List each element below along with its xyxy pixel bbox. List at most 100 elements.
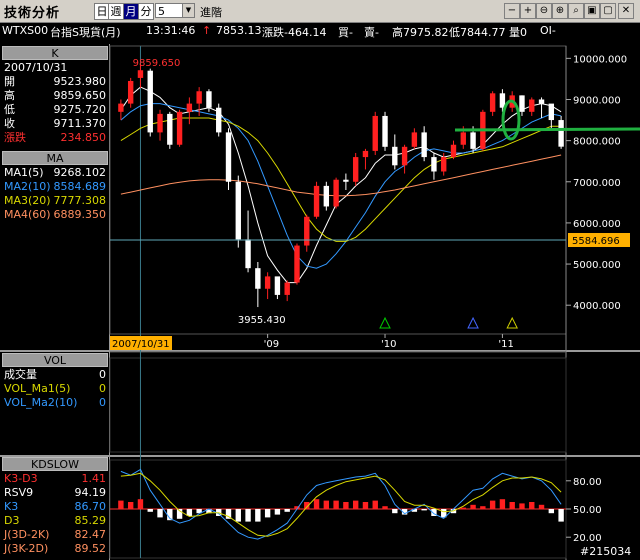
kd-histogram-bar bbox=[421, 509, 427, 511]
candle-body bbox=[235, 181, 241, 240]
candle-body bbox=[225, 132, 232, 182]
kd-histogram-bar bbox=[392, 509, 398, 514]
ma-line-4 bbox=[120, 154, 562, 197]
signal-marker-icon bbox=[506, 316, 519, 329]
kd-histogram-bar bbox=[118, 500, 124, 509]
signal-marker-icon bbox=[467, 316, 479, 329]
candle-body bbox=[538, 99, 545, 104]
kd-histogram-bar bbox=[480, 506, 486, 509]
candle-body bbox=[313, 185, 320, 217]
candle-body bbox=[255, 268, 261, 289]
candle-body bbox=[274, 276, 281, 295]
kd-histogram-bar bbox=[499, 499, 506, 509]
kd-histogram-bar bbox=[382, 506, 388, 509]
kd-histogram-bar bbox=[352, 500, 359, 509]
candle-body bbox=[421, 132, 427, 158]
kd-histogram-bar bbox=[538, 504, 545, 509]
kd-histogram-bar bbox=[519, 503, 525, 509]
candle-body bbox=[323, 185, 330, 207]
candle-body bbox=[401, 146, 408, 166]
candle-body bbox=[431, 157, 437, 172]
candle-body bbox=[558, 120, 564, 147]
candle-body bbox=[206, 91, 212, 108]
candle-body bbox=[294, 245, 300, 283]
candle-body bbox=[333, 179, 339, 207]
kd-tick-label: 80.00 bbox=[573, 477, 602, 488]
candle-body bbox=[176, 111, 183, 145]
kd-histogram-bar bbox=[274, 509, 281, 515]
x-tick-label: '11 bbox=[498, 339, 513, 350]
candle-body bbox=[304, 216, 310, 246]
x-tick-label: '10 bbox=[381, 339, 396, 350]
y-tick-label: 9000.000 bbox=[573, 95, 621, 106]
kd-histogram-bar bbox=[284, 509, 290, 512]
x-tick-label: 2007/10/31 bbox=[112, 339, 170, 350]
kd-tick-label: 50.00 bbox=[573, 505, 602, 516]
candle-body bbox=[167, 113, 173, 145]
candle-body bbox=[411, 132, 418, 147]
candle-body bbox=[216, 107, 222, 133]
candle-body bbox=[118, 103, 124, 112]
kd-histogram-bar bbox=[460, 507, 466, 509]
candle-body bbox=[372, 115, 378, 151]
kd-histogram-bar bbox=[245, 509, 251, 522]
y-tick-label: 8000.000 bbox=[573, 137, 621, 148]
candle-body bbox=[157, 113, 163, 133]
kd-histogram-bar bbox=[509, 502, 515, 509]
y-tick-label: 5000.000 bbox=[573, 260, 621, 271]
kd-histogram-bar bbox=[470, 504, 476, 509]
watermark: #215034 bbox=[580, 545, 632, 558]
candle-body bbox=[450, 144, 457, 158]
y-tick-label: 10000.000 bbox=[573, 54, 627, 65]
candle-body bbox=[245, 239, 251, 269]
kd-histogram-bar bbox=[157, 509, 163, 518]
candle-body bbox=[548, 103, 555, 121]
candle-body bbox=[196, 91, 202, 104]
candle-body bbox=[529, 99, 535, 112]
y-tick-label: 7000.000 bbox=[573, 178, 621, 189]
kd-histogram-bar bbox=[362, 502, 369, 509]
candle-body bbox=[441, 157, 447, 172]
vol-pane-frame bbox=[109, 357, 567, 453]
candle-body bbox=[362, 150, 369, 158]
candle-body bbox=[392, 146, 398, 166]
kd-histogram-bar bbox=[548, 509, 555, 514]
kd-tick-label: 20.00 bbox=[573, 533, 602, 544]
candle-body bbox=[137, 70, 144, 78]
kd-histogram-bar bbox=[127, 502, 134, 509]
candle-body bbox=[470, 132, 476, 149]
signal-marker-icon bbox=[379, 316, 391, 329]
ma-line-3 bbox=[120, 117, 562, 242]
candle-body bbox=[264, 276, 271, 289]
candle-body bbox=[343, 179, 349, 182]
candle-body bbox=[489, 93, 496, 112]
kd-histogram-bar bbox=[372, 500, 378, 509]
candle-body bbox=[284, 282, 290, 295]
y-tick-label: 4000.000 bbox=[573, 301, 621, 312]
kd-histogram-bar bbox=[489, 500, 496, 509]
chart-area[interactable]: 10000.000 9000.000 8000.000 7000.000 6000.00… bbox=[0, 0, 640, 560]
annotation-line bbox=[454, 127, 640, 132]
candle-body bbox=[127, 80, 134, 104]
y-tick-label: 6000.000 bbox=[573, 219, 621, 230]
kd-histogram-bar bbox=[529, 502, 535, 509]
kd-histogram-bar bbox=[333, 500, 339, 509]
kd-histogram-bar bbox=[235, 509, 241, 522]
kd-histogram-bar bbox=[313, 499, 320, 509]
kd-histogram-bar bbox=[264, 509, 271, 518]
candle-body bbox=[460, 132, 466, 145]
kd-histogram-bar bbox=[323, 500, 330, 509]
kd-histogram-bar bbox=[343, 502, 349, 509]
high-price-label: 9859.650 bbox=[133, 58, 181, 69]
reference-price-label: 5584.696 bbox=[572, 236, 620, 247]
ma-line-1 bbox=[120, 86, 562, 284]
candle-body bbox=[382, 115, 388, 147]
kd-histogram-bar bbox=[147, 509, 153, 512]
kd-histogram-bar bbox=[255, 509, 261, 522]
candle-body bbox=[186, 103, 193, 112]
kd-histogram-bar bbox=[558, 509, 564, 522]
x-tick-label: '09 bbox=[264, 339, 279, 350]
candle-body bbox=[352, 157, 359, 182]
candle-body bbox=[519, 95, 525, 112]
candle-body bbox=[147, 70, 153, 133]
